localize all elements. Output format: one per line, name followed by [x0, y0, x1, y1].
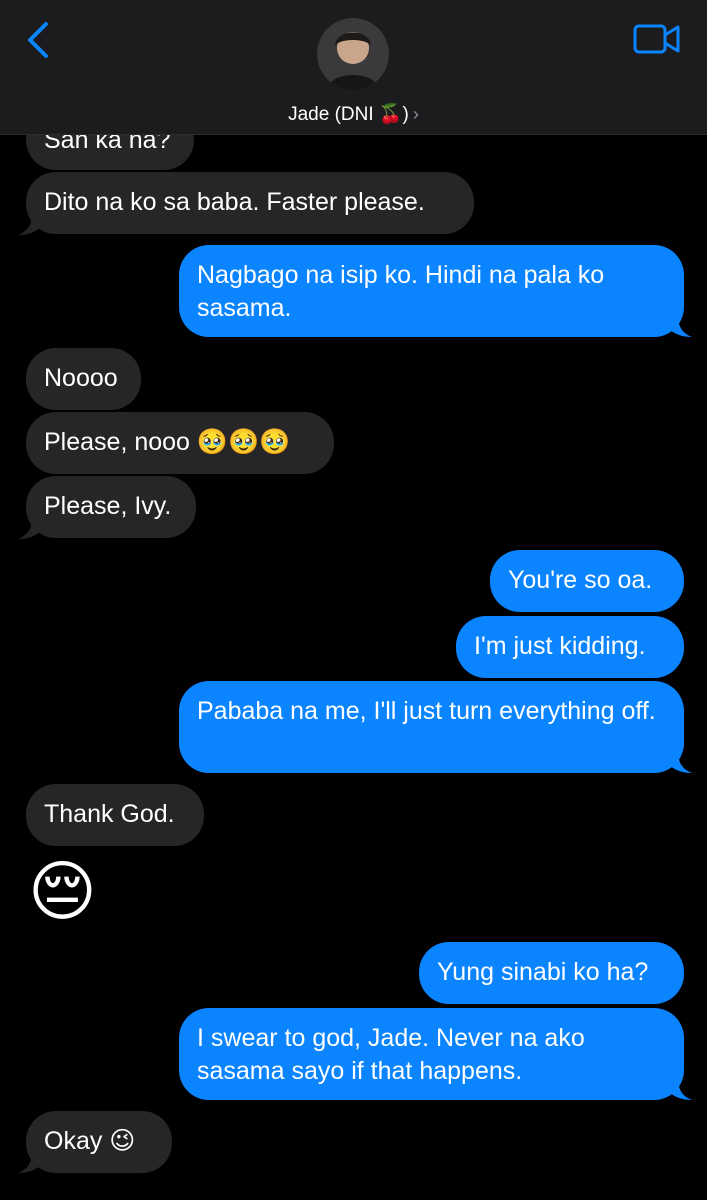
message-bubble-incoming[interactable]: Okay 😉: [26, 1111, 172, 1173]
contact-name-button[interactable]: Jade (DNI 🍒) ›: [0, 102, 707, 126]
message-text: Thank God.: [44, 800, 175, 828]
bubble-tail: [18, 214, 42, 235]
emoji-message[interactable]: 😔: [28, 858, 97, 924]
bubble-tail: [668, 752, 692, 773]
message-bubble-incoming[interactable]: Dito na ko sa baba. Faster please.: [26, 172, 474, 234]
avatar[interactable]: [317, 18, 389, 90]
message-bubble-outgoing[interactable]: Nagbago na isip ko. Hindi na pala ko sas…: [179, 245, 684, 337]
message-bubble-outgoing[interactable]: I'm just kidding.: [456, 616, 684, 678]
pensive-face-emoji: 😔: [28, 854, 97, 928]
message-bubble-outgoing[interactable]: I swear to god, Jade. Never na ako sasam…: [179, 1008, 684, 1100]
message-bubble-incoming[interactable]: Please, nooo 🥹🥹🥹: [26, 412, 334, 474]
bubble-tail: [18, 1152, 42, 1173]
conversation-header: Jade (DNI 🍒) ›: [0, 0, 707, 135]
contact-name: Jade (DNI 🍒): [288, 104, 409, 125]
message-text: Noooo: [44, 364, 118, 392]
message-bubble-outgoing[interactable]: You're so oa.: [490, 550, 684, 612]
message-text: I'm just kidding.: [474, 632, 646, 660]
message-bubble-incoming[interactable]: Noooo: [26, 348, 141, 410]
message-text: Please, nooo 🥹🥹🥹: [44, 428, 291, 456]
chevron-left-icon: [28, 22, 48, 58]
avatar-photo: [317, 18, 389, 90]
message-text: I swear to god, Jade. Never na ako sasam…: [197, 1024, 585, 1085]
message-text: Yung sinabi ko ha?: [437, 958, 649, 986]
bubble-tail: [668, 1079, 692, 1100]
chevron-right-icon: ›: [412, 104, 419, 124]
message-text: Okay 😉: [44, 1127, 136, 1155]
video-camera-icon: [633, 24, 680, 54]
message-bubble-outgoing[interactable]: Yung sinabi ko ha?: [419, 942, 684, 1004]
bubble-tail: [668, 316, 692, 337]
message-thread: San ka na? Dito na ko sa baba. Faster pl…: [0, 0, 707, 1200]
message-bubble-outgoing[interactable]: Pababa na me, I'll just turn everything …: [179, 681, 684, 773]
facetime-video-button[interactable]: [632, 20, 682, 58]
message-text: Pababa na me, I'll just turn everything …: [197, 697, 656, 725]
message-bubble-incoming[interactable]: Please, Ivy.: [26, 476, 196, 538]
message-text: Please, Ivy.: [44, 492, 172, 520]
bubble-tail: [18, 518, 42, 539]
message-text: You're so oa.: [508, 566, 653, 594]
message-text: Dito na ko sa baba. Faster please.: [44, 188, 425, 216]
message-text: Nagbago na isip ko. Hindi na pala ko sas…: [197, 261, 605, 322]
message-bubble-incoming[interactable]: Thank God.: [26, 784, 204, 846]
back-button[interactable]: [22, 20, 58, 60]
